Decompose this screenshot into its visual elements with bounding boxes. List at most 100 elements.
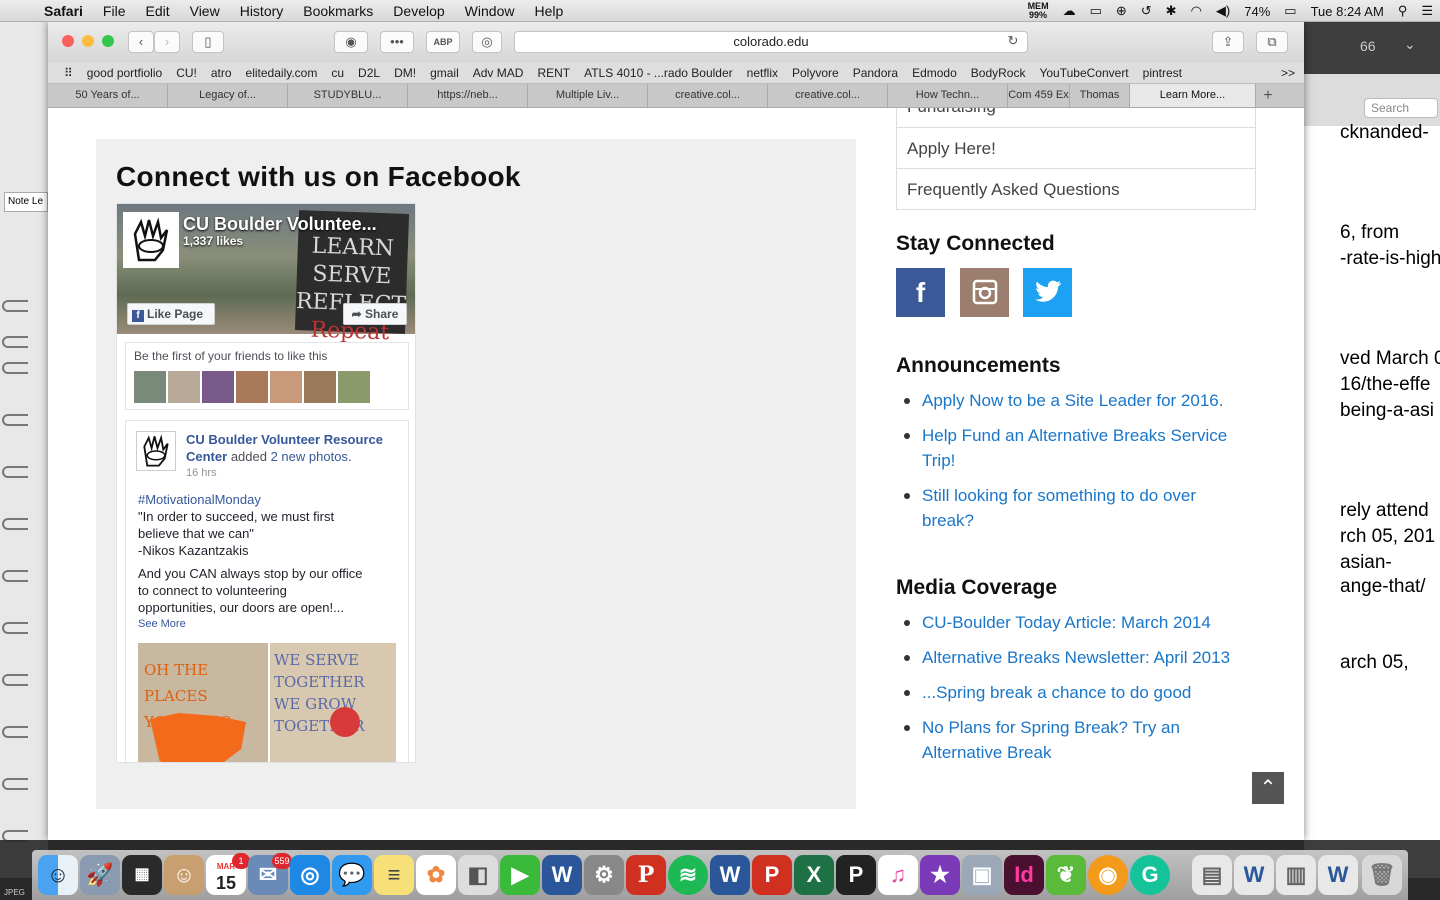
announcement-link[interactable]: Help Fund an Alternative Breaks Service … [904,423,1242,473]
grammarly-icon[interactable]: G [1130,855,1170,895]
page-logo[interactable] [123,212,179,268]
notes-icon[interactable]: ≡ [374,855,414,895]
close-window-button[interactable] [62,35,74,47]
image-capture-icon[interactable]: ▣ [962,855,1002,895]
excel-icon[interactable]: X [794,855,834,895]
see-more-link[interactable]: See More [138,618,186,630]
trash-icon[interactable]: 🗑 [1362,855,1402,895]
facebook-cover-photo[interactable]: LEARN SERVE REFLECT Repeat CU Boulder Vo… [117,204,415,345]
back-to-top-button[interactable]: ⌃ [1252,772,1284,804]
ghostery-icon[interactable]: ◉ [334,31,368,53]
friend-avatar[interactable] [338,371,370,403]
browser-tab[interactable]: Legacy of... [168,84,288,107]
media-link[interactable]: No Plans for Spring Break? Try an Altern… [904,715,1242,765]
favorite-link[interactable]: RENT [530,66,577,80]
minimize-window-button[interactable] [82,35,94,47]
notification-center-icon[interactable]: ☰ [1414,3,1440,19]
browser-tab[interactable]: Com 459 Ex [1008,84,1070,107]
favorite-link[interactable]: CU! [169,66,204,80]
browser-tab[interactable]: Thomas [1070,84,1130,107]
facebook-page-name[interactable]: CU Boulder Voluntee... [183,214,377,235]
airplay-icon[interactable]: ▭ [1083,3,1109,19]
system-preferences-icon[interactable]: ⚙ [584,855,624,895]
document-stack-icon[interactable]: ▤ [1192,855,1232,895]
favorite-link[interactable]: good portfiolio [80,66,169,80]
memory-indicator[interactable]: MEM 99% [1021,2,1056,20]
post-timestamp[interactable]: 16 hrs [186,467,217,479]
favorite-link[interactable]: Polyvore [785,66,846,80]
sidebar-nav-item[interactable]: Apply Here! [896,128,1256,169]
word-icon[interactable]: W [542,855,582,895]
media-link[interactable]: ...Spring break a chance to do good [904,680,1242,705]
reload-icon[interactable]: ↻ [1002,31,1024,53]
favorite-link[interactable]: D2L [351,66,387,80]
menu-bookmarks[interactable]: Bookmarks [293,3,383,19]
browser-tab-active[interactable]: Learn More... [1130,84,1256,107]
favorite-link[interactable]: Adv MAD [466,66,531,80]
leaf-app-icon[interactable]: ❦ [1046,855,1086,895]
indesign-icon[interactable]: Id [1004,855,1044,895]
menu-help[interactable]: Help [524,3,573,19]
favorite-link[interactable]: Pandora [846,66,905,80]
pandora-icon[interactable]: P [836,855,876,895]
media-link[interactable]: CU-Boulder Today Article: March 2014 [904,610,1242,635]
friend-avatar[interactable] [202,371,234,403]
more-extensions-icon[interactable]: ••• [380,31,414,53]
dashboard-icon[interactable]: ▦ [122,855,162,895]
zoom-window-button[interactable] [102,35,114,47]
new-tab-button[interactable]: + [1256,84,1280,107]
spotlight-icon[interactable]: ⚲ [1391,3,1415,19]
instagram-icon[interactable] [960,268,1009,317]
browser-tab[interactable]: creative.col... [768,84,888,107]
post-photo[interactable]: WE SERVE TOGETHER WE GROW TOGETHER [270,643,396,762]
messages-icon[interactable]: 💬 [332,855,372,895]
favorite-link[interactable]: BodyRock [964,66,1033,80]
browser-tab[interactable]: https://neb... [408,84,528,107]
favorites-overflow-button[interactable]: >> [1274,66,1302,80]
friend-avatar[interactable] [236,371,268,403]
post-photo[interactable]: OH THE PLACES YOU'LL GO [138,643,268,762]
clock[interactable]: Tue 8:24 AM [1304,4,1391,19]
photos-icon[interactable]: ✿ [416,855,456,895]
friend-avatar[interactable] [134,371,166,403]
tab-overview-icon[interactable]: ⧉ [1256,31,1288,53]
grammarly-extension-icon[interactable]: ◎ [472,31,502,53]
like-page-button[interactable]: f Like Page [127,303,215,325]
menu-edit[interactable]: Edit [135,3,179,19]
browser-tab[interactable]: How Techn... [888,84,1008,107]
adblock-icon[interactable]: ABP [426,31,460,53]
favorite-link[interactable]: pintrest [1136,66,1189,80]
powerpoint-icon[interactable]: P [626,855,666,895]
time-machine-icon[interactable]: ↺ [1134,3,1159,19]
creative-cloud-icon[interactable]: ☁ [1056,3,1083,19]
post-author-avatar[interactable] [136,431,176,471]
facebook-icon[interactable]: f [896,268,945,317]
forward-button[interactable]: › [154,31,180,53]
favorite-link[interactable]: gmail [423,66,466,80]
contacts-icon[interactable]: ☺ [164,855,204,895]
word-document-icon[interactable]: W [1318,855,1358,895]
downloads-stack-icon[interactable]: ▥ [1276,855,1316,895]
accessibility-icon[interactable]: ⊕ [1109,3,1134,19]
favorite-link[interactable]: DM! [387,66,423,80]
menu-window[interactable]: Window [455,3,525,19]
bluetooth-icon[interactable]: ✱ [1159,3,1184,19]
vlc-icon[interactable]: ◉ [1088,855,1128,895]
twitter-icon[interactable] [1023,268,1072,317]
friend-avatar[interactable] [168,371,200,403]
favorite-link[interactable]: Edmodo [905,66,964,80]
menu-develop[interactable]: Develop [383,3,454,19]
battery-icon[interactable]: ▭ [1277,3,1303,19]
hashtag-link[interactable]: #MotivationalMonday [138,492,261,507]
powerpoint-alt-icon[interactable]: P [752,855,792,895]
search-input[interactable]: Search [1364,98,1438,118]
announcement-link[interactable]: Still looking for something to do over b… [904,483,1242,533]
back-button[interactable]: ‹ [128,31,154,53]
friend-avatar[interactable] [304,371,336,403]
preview-icon[interactable]: ◧ [458,855,498,895]
media-link[interactable]: Alternative Breaks Newsletter: April 201… [904,645,1242,670]
favorite-link[interactable]: atro [204,66,239,80]
favorite-link[interactable]: ATLS 4010 - ...rado Boulder [577,66,740,80]
spotify-icon[interactable]: ≋ [668,855,708,895]
word-document-icon[interactable]: W [1234,855,1274,895]
